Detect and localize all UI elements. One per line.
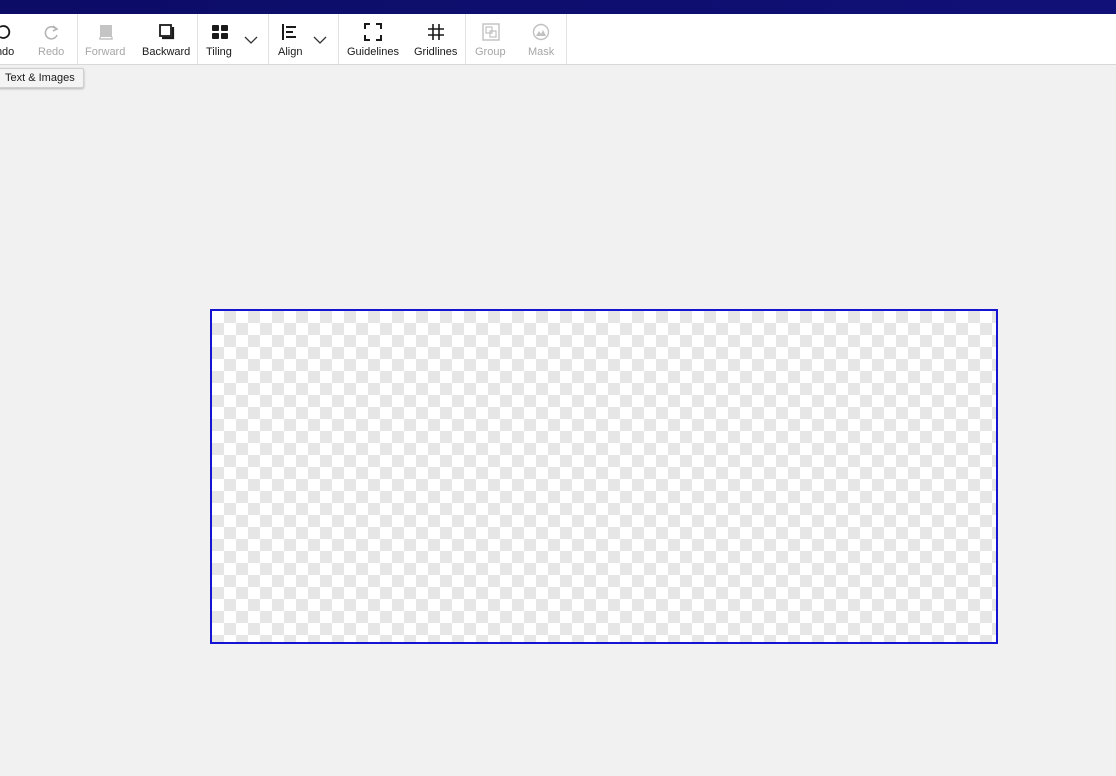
backward-button[interactable]: Backward	[140, 14, 192, 64]
tiling-grid-icon	[212, 25, 228, 39]
text-images-tab[interactable]: Text & Images	[0, 68, 84, 88]
gridlines-button[interactable]: Gridlines	[412, 14, 460, 64]
forward-label: Forward	[85, 46, 126, 58]
mask-icon	[532, 23, 550, 41]
redo-button[interactable]: Redo	[36, 14, 68, 64]
gridlines-label: Gridlines	[414, 46, 458, 58]
guidelines-button[interactable]: Guidelines	[344, 14, 402, 64]
mask-label: Mask	[528, 46, 555, 58]
chevron-down-icon[interactable]	[244, 36, 258, 44]
forward-button[interactable]: Forward	[84, 14, 128, 64]
group-label: Group	[475, 46, 506, 58]
toolbar-separator	[566, 14, 567, 64]
group-button[interactable]: Group	[472, 14, 510, 64]
design-canvas[interactable]	[210, 309, 998, 644]
tiling-label: Tiling	[206, 46, 232, 58]
undo-label: Undo	[0, 46, 15, 58]
toolbar-separator	[77, 14, 78, 64]
gridlines-hash-icon	[428, 24, 444, 40]
group-icon	[482, 23, 500, 41]
chevron-down-icon[interactable]	[313, 36, 327, 44]
backward-label: Backward	[142, 46, 191, 58]
window-titlebar	[0, 0, 1116, 14]
align-button[interactable]: Align	[274, 14, 306, 64]
toolbar-separator	[268, 14, 269, 64]
toolbar: Undo Redo Forward Backward	[0, 14, 1116, 65]
undo-button[interactable]: Undo	[0, 14, 22, 64]
toolbar-separator	[338, 14, 339, 64]
mask-button[interactable]: Mask	[524, 14, 558, 64]
tiling-button[interactable]: Tiling	[204, 14, 236, 64]
guidelines-label: Guidelines	[347, 46, 399, 58]
redo-icon	[44, 25, 59, 40]
toolbar-separator	[465, 14, 466, 64]
guidelines-frame-icon	[364, 23, 382, 41]
send-backward-icon	[159, 24, 175, 40]
toolbar-separator	[197, 14, 198, 64]
redo-label: Redo	[38, 46, 65, 58]
bring-forward-icon	[99, 25, 113, 40]
text-images-tab-label: Text & Images	[5, 72, 75, 84]
undo-icon	[0, 25, 11, 39]
align-left-icon	[282, 24, 296, 40]
align-label: Align	[278, 46, 303, 58]
